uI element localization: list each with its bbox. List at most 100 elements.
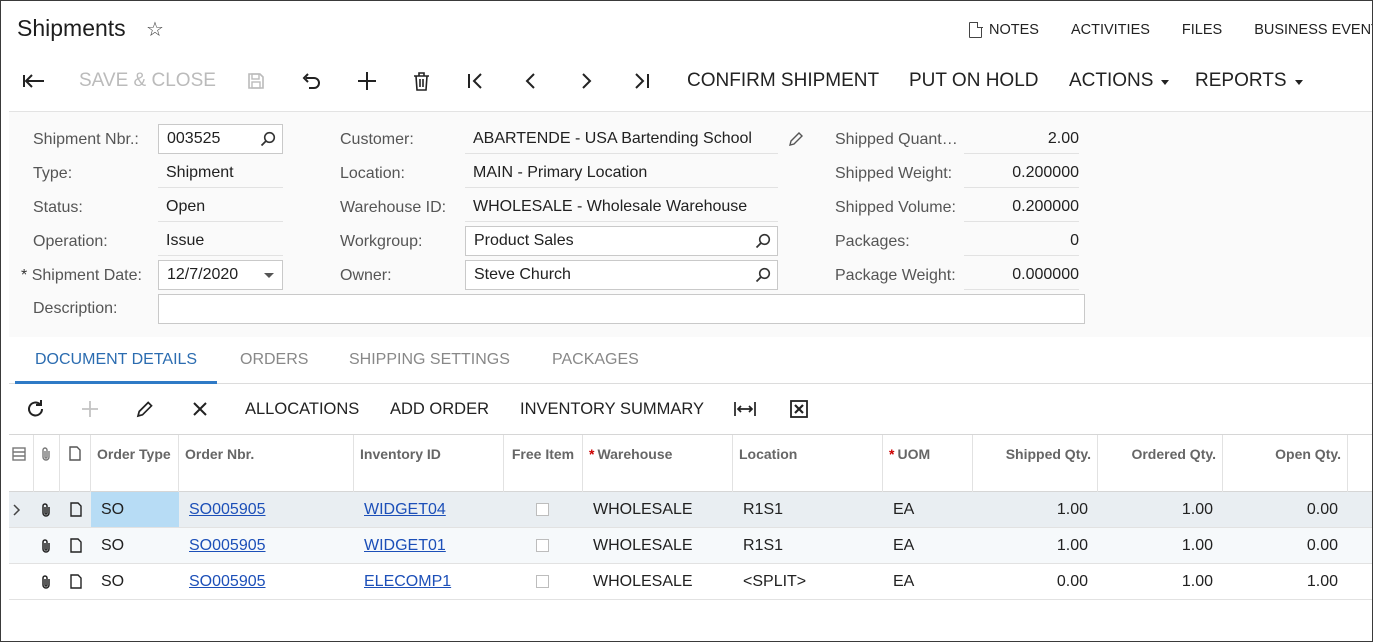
col-inventory-id[interactable]: Inventory ID: [354, 435, 504, 492]
ordered-qty-cell[interactable]: 1.00: [1098, 492, 1223, 527]
next-record-button[interactable]: [579, 59, 593, 103]
col-ordered-qty[interactable]: Ordered Qty.: [1098, 435, 1223, 492]
col-location[interactable]: Location: [733, 435, 883, 492]
tab-shipping-settings[interactable]: SHIPPING SETTINGS: [349, 339, 510, 384]
actions-menu[interactable]: ACTIONS: [1069, 59, 1170, 103]
undo-button[interactable]: [301, 59, 321, 103]
order-nbr-link[interactable]: SO005905: [179, 528, 354, 563]
edit-row-button[interactable]: [136, 385, 154, 433]
order-type-cell[interactable]: SO: [91, 528, 179, 563]
uom-cell[interactable]: EA: [883, 564, 973, 599]
tab-packages[interactable]: PACKAGES: [552, 339, 639, 384]
inventory-id-link[interactable]: ELECOMP1: [354, 564, 504, 599]
open-qty-cell[interactable]: 0.00: [1223, 528, 1348, 563]
location-cell[interactable]: <SPLIT>: [733, 564, 883, 599]
tab-document-details[interactable]: DOCUMENT DETAILS: [15, 339, 218, 384]
fit-columns-button[interactable]: [734, 385, 756, 433]
note-icon: [69, 446, 81, 461]
col-shipped-qty[interactable]: Shipped Qty.: [973, 435, 1098, 492]
tab-orders[interactable]: ORDERS: [240, 339, 308, 384]
location-cell[interactable]: R1S1: [733, 528, 883, 563]
order-type-cell[interactable]: SO: [91, 564, 179, 599]
files-link[interactable]: FILES: [1182, 22, 1222, 38]
search-icon[interactable]: [260, 131, 276, 147]
warehouse-cell[interactable]: WHOLESALE: [583, 564, 733, 599]
free-item-checkbox[interactable]: [536, 539, 549, 552]
note-icon[interactable]: [70, 502, 82, 517]
save-button[interactable]: [247, 59, 265, 103]
shipment-date-field[interactable]: 12/7/2020: [158, 260, 283, 290]
refresh-button[interactable]: [26, 385, 46, 433]
shipped-qty-cell[interactable]: 1.00: [973, 492, 1098, 527]
table-row[interactable]: SO SO005905 WIDGET01 WHOLESALE R1S1 EA 1…: [9, 528, 1372, 564]
put-on-hold-button[interactable]: PUT ON HOLD: [909, 59, 1039, 103]
open-qty-cell[interactable]: 1.00: [1223, 564, 1348, 599]
business-events-link[interactable]: BUSINESS EVENTS: [1254, 22, 1372, 38]
delete-button[interactable]: [413, 59, 430, 103]
delete-row-button[interactable]: [192, 385, 208, 433]
free-item-checkbox[interactable]: [536, 575, 549, 588]
search-icon[interactable]: [755, 233, 771, 249]
table-row[interactable]: SO SO005905 ELECOMP1 WHOLESALE <SPLIT> E…: [9, 564, 1372, 600]
note-icon[interactable]: [70, 574, 82, 589]
col-warehouse[interactable]: * Warehouse: [583, 435, 733, 492]
paperclip-icon[interactable]: [40, 538, 52, 554]
export-excel-button[interactable]: [790, 385, 808, 433]
ordered-qty-cell[interactable]: 1.00: [1098, 564, 1223, 599]
uom-cell[interactable]: EA: [883, 492, 973, 527]
warehouse-cell[interactable]: WHOLESALE: [583, 528, 733, 563]
edit-pencil-icon[interactable]: [788, 131, 804, 147]
notes-link[interactable]: NOTES: [969, 21, 1039, 38]
search-icon[interactable]: [755, 267, 771, 283]
uom-cell[interactable]: EA: [883, 528, 973, 563]
add-row-button[interactable]: [81, 385, 99, 433]
order-type-cell[interactable]: SO: [91, 492, 179, 527]
note-icon[interactable]: [70, 538, 82, 553]
previous-record-button[interactable]: [524, 59, 538, 103]
chevron-down-icon[interactable]: [264, 273, 274, 278]
col-order-nbr[interactable]: Order Nbr.: [179, 435, 354, 492]
workgroup-field[interactable]: Product Sales: [465, 226, 778, 256]
last-record-button[interactable]: [632, 59, 650, 103]
add-order-button[interactable]: ADD ORDER: [390, 385, 489, 433]
shipped-qty-cell[interactable]: 0.00: [973, 564, 1098, 599]
required-marker: *: [589, 446, 595, 462]
col-uom[interactable]: * UOM: [883, 435, 973, 492]
table-row[interactable]: SO SO005905 WIDGET04 WHOLESALE R1S1 EA 1…: [9, 492, 1372, 528]
paperclip-icon[interactable]: [40, 502, 52, 518]
caret-down-icon: [1294, 79, 1303, 85]
back-button[interactable]: [23, 59, 45, 103]
owner-field[interactable]: Steve Church: [465, 260, 778, 290]
reports-menu[interactable]: REPORTS: [1195, 59, 1303, 103]
add-button[interactable]: [357, 59, 377, 103]
free-item-checkbox[interactable]: [536, 503, 549, 516]
confirm-shipment-button[interactable]: CONFIRM SHIPMENT: [687, 59, 879, 103]
activities-link[interactable]: ACTIVITIES: [1071, 22, 1150, 38]
col-order-type[interactable]: Order Type: [91, 435, 179, 492]
warehouse-cell[interactable]: WHOLESALE: [583, 492, 733, 527]
inventory-summary-button[interactable]: INVENTORY SUMMARY: [520, 385, 704, 433]
notes-header: [60, 435, 91, 492]
shipped-qty-cell[interactable]: 1.00: [973, 528, 1098, 563]
location-cell[interactable]: R1S1: [733, 492, 883, 527]
description-field[interactable]: [158, 294, 1085, 324]
inventory-id-link[interactable]: WIDGET04: [354, 492, 504, 527]
order-nbr-link[interactable]: SO005905: [179, 564, 354, 599]
ordered-qty-cell[interactable]: 1.00: [1098, 528, 1223, 563]
attachments-header: [34, 435, 60, 492]
col-free-item[interactable]: Free Item: [504, 435, 583, 492]
chevron-right-icon: [13, 504, 21, 516]
allocations-button[interactable]: ALLOCATIONS: [245, 385, 359, 433]
plus-icon: [358, 72, 376, 90]
first-record-button[interactable]: [467, 59, 485, 103]
inventory-id-link[interactable]: WIDGET01: [354, 528, 504, 563]
col-open-qty[interactable]: Open Qty.: [1223, 435, 1348, 492]
favorite-star-icon[interactable]: ☆: [146, 17, 164, 42]
open-qty-cell[interactable]: 0.00: [1223, 492, 1348, 527]
save-close-button[interactable]: SAVE & CLOSE: [79, 59, 216, 103]
tab-bar: DOCUMENT DETAILS ORDERS SHIPPING SETTING…: [9, 339, 1372, 384]
shipment-nbr-field[interactable]: 003525: [158, 124, 283, 154]
order-nbr-link[interactable]: SO005905: [179, 492, 354, 527]
paperclip-icon[interactable]: [40, 574, 52, 590]
customer-label: Customer:: [340, 131, 414, 148]
